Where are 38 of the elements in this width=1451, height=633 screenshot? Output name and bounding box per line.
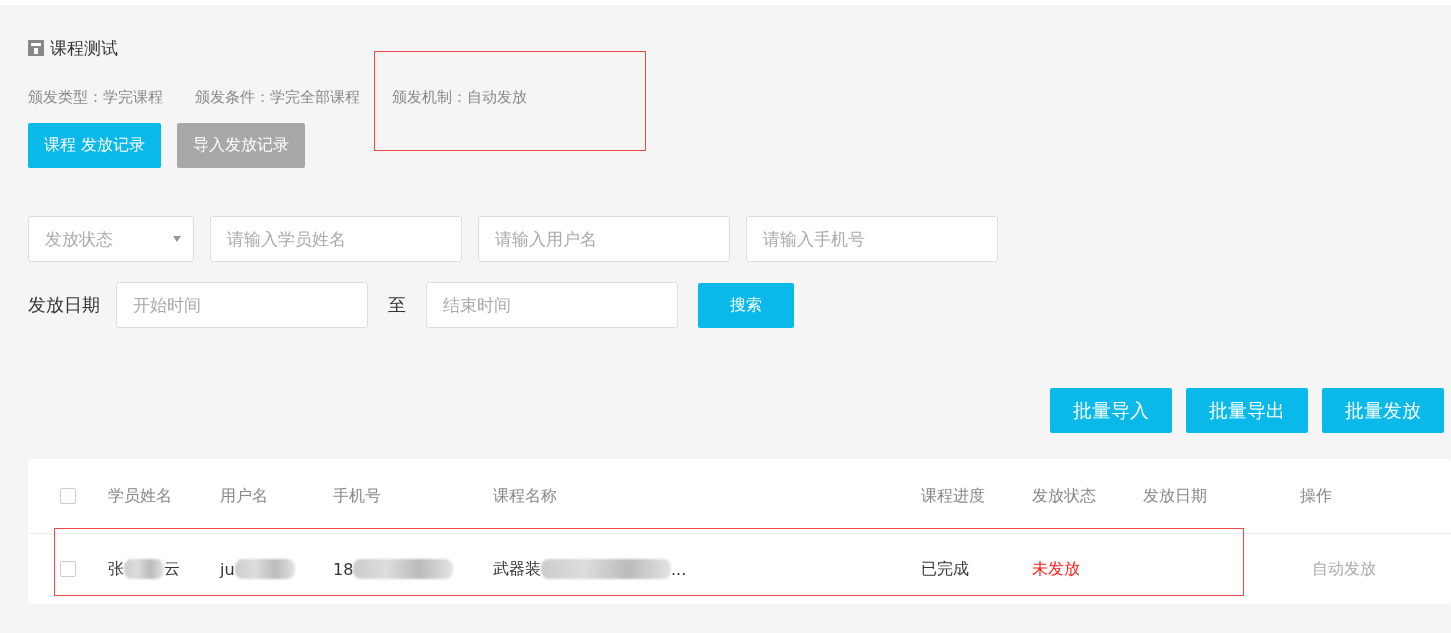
table-cell: 18 xyxy=(333,559,493,579)
end-date-field[interactable]: 结束时间 xyxy=(426,282,678,328)
status-select[interactable]: 发放状态 xyxy=(28,216,194,262)
batch-button[interactable]: 批量发放 xyxy=(1322,388,1444,433)
column-header: 用户名 xyxy=(220,485,269,507)
column-header: 发放日期 xyxy=(1143,485,1208,507)
status-text: 未发放 xyxy=(1032,558,1081,580)
phone-field[interactable]: 请输入手机号 xyxy=(746,216,998,262)
redaction-blur xyxy=(124,559,164,579)
info-text: 颁发机制：自动发放 xyxy=(392,88,527,108)
column-header: 课程进度 xyxy=(921,485,986,507)
table-cell-text: 已完成 xyxy=(921,558,970,580)
table-cell-text: 张 云 xyxy=(108,558,181,580)
name-field[interactable]: 请输入学员姓名 xyxy=(210,216,462,262)
redaction-blur xyxy=(234,559,295,579)
column-header: 学员姓名 xyxy=(108,485,173,507)
column-header: 课程名称 xyxy=(493,485,558,507)
operation-text: 自动发放 xyxy=(1312,558,1377,580)
username-field[interactable]: 请输入用户名 xyxy=(478,216,730,262)
batch-button[interactable]: 批量导出 xyxy=(1186,388,1308,433)
date-label: 发放日期 xyxy=(28,293,100,317)
search-button[interactable]: 搜索 xyxy=(698,282,794,328)
start-date-field[interactable]: 开始时间 xyxy=(116,282,368,328)
info-text: 颁发类型：学完课程 xyxy=(28,88,163,108)
range-separator: 至 xyxy=(388,293,406,317)
row-checkbox[interactable] xyxy=(60,561,76,577)
table-cell: ju xyxy=(220,559,333,579)
caret-icon xyxy=(173,236,181,242)
column-header: 发放状态 xyxy=(1032,485,1097,507)
action-button[interactable]: 课程 发放记录 xyxy=(28,123,162,168)
batch-button[interactable]: 批量导入 xyxy=(1050,388,1172,433)
certificate-icon xyxy=(28,40,44,56)
info-text: 颁发条件：学完全部课程 xyxy=(195,88,360,108)
column-header: 手机号 xyxy=(333,485,382,507)
select-all-checkbox[interactable] xyxy=(60,488,76,504)
column-header: 操作 xyxy=(1300,485,1333,507)
table-cell-text: 武器装 ... xyxy=(493,558,688,580)
page-title: 课程测试 xyxy=(50,36,118,60)
